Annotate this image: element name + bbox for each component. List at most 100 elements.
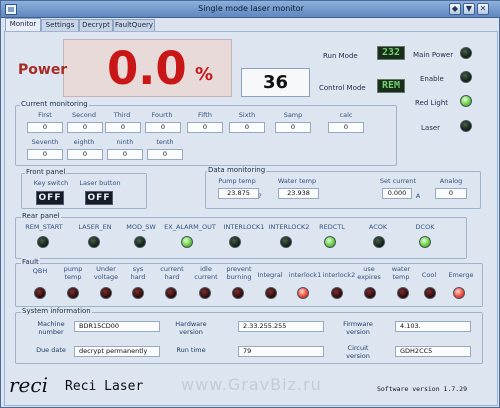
tab-settings[interactable]: Settings <box>41 19 79 31</box>
fault-led-idle-current <box>199 287 211 299</box>
restore-down-icon[interactable]: ◆ <box>449 3 461 15</box>
set-current-unit: A <box>415 192 421 200</box>
power-label: Power <box>18 62 68 78</box>
rear-led-interlock2 <box>280 236 292 248</box>
water-temp-value[interactable]: 23.938 <box>278 188 319 199</box>
circuit-version-value[interactable]: GDH2CC5 <box>395 346 471 357</box>
fault-label-sys-hard: sys hard <box>130 265 146 281</box>
fault-led-prevent-burning <box>232 287 244 299</box>
window-title: Single mode laser monitor <box>198 4 304 13</box>
main-power-label: Main Power <box>413 51 454 59</box>
main-power-led <box>460 47 472 59</box>
current-sixth-label: Sixth <box>238 111 256 119</box>
current-second-value[interactable]: 0 <box>67 122 103 133</box>
pump-temp-label: Pump temp <box>218 177 256 185</box>
fault-label-under-voltage: Under voltage <box>93 265 119 281</box>
current-tenth-value[interactable]: 0 <box>147 149 183 160</box>
due-date-value[interactable]: decrypt permanently <box>74 346 160 357</box>
firmware-version-value[interactable]: 4.103. <box>395 321 471 332</box>
fault-led-interlock1 <box>297 287 309 299</box>
fault-led-water-temp <box>397 287 409 299</box>
current-third-value[interactable]: 0 <box>105 122 141 133</box>
current-ninth-value[interactable]: 0 <box>107 149 143 160</box>
current-fourth-value[interactable]: 0 <box>145 122 181 133</box>
analog-label: Analog <box>439 177 463 185</box>
current-second-label: Second <box>72 111 96 119</box>
current-first-label: First <box>38 111 52 119</box>
fault-led-under-voltage <box>100 287 112 299</box>
current-samp-value[interactable]: 0 <box>275 122 311 133</box>
red-light-led <box>460 95 472 107</box>
fault-led-use-expires <box>364 287 376 299</box>
water-temp-label: Water temp <box>277 177 317 185</box>
rear-led-ex-alarm-out <box>181 236 193 248</box>
rear-led-acok <box>373 236 385 248</box>
machine-number-label: Machine number <box>37 320 65 336</box>
control-mode-label: Control Mode <box>319 84 366 92</box>
tab-decrypt[interactable]: Decrypt <box>79 19 113 31</box>
current-first-value[interactable]: 0 <box>27 122 63 133</box>
current-fourth-label: Fourth <box>151 111 173 119</box>
circuit-version-label: Circuit version <box>346 344 370 360</box>
fault-led-integral <box>265 287 277 299</box>
key-switch-label: Key switch <box>33 179 69 187</box>
fault-label-integral: Integral <box>257 271 283 279</box>
fault-label-interlock2: interlock2 <box>322 271 356 279</box>
current-seventh-label: Seventh <box>31 138 59 146</box>
run-time-value[interactable]: 79 <box>238 346 324 357</box>
current-sixth-value[interactable]: 0 <box>229 122 265 133</box>
rear-label-dcok: DCOK <box>415 223 435 231</box>
fault-label-cool: Cool <box>421 271 437 279</box>
hardware-version-label: Hardware version <box>175 320 207 336</box>
fault-led-interlock2 <box>331 287 343 299</box>
set-current-label: Set current <box>379 177 417 185</box>
rear-label-redctl: REDCTL <box>319 223 345 231</box>
current-third-label: Third <box>113 111 131 119</box>
fault-led-emerge <box>453 287 465 299</box>
key-switch-display[interactable]: OFF <box>36 191 64 205</box>
analog-value[interactable]: 0 <box>435 188 467 199</box>
close-icon[interactable]: ✕ <box>477 3 489 15</box>
hardware-version-value[interactable]: 2.33.255.255 <box>238 321 324 332</box>
fault-label-qbh: QBH <box>32 267 48 275</box>
rear-panel-title: Rear panel <box>21 212 61 220</box>
current-eighth-label: eighth <box>73 138 95 146</box>
pump-temp-value[interactable]: 23.875 <box>218 188 259 199</box>
watermark: www.GravBiz.ru <box>181 375 322 394</box>
front-panel-title: Front panel <box>25 168 67 176</box>
current-calc-value[interactable]: 0 <box>328 122 364 133</box>
current-seventh-value[interactable]: 0 <box>27 149 63 160</box>
laser-label: Laser <box>421 124 441 132</box>
tab-monitor[interactable]: Monitor <box>5 18 41 31</box>
laser-button-display[interactable]: OFF <box>85 191 113 205</box>
run-mode-display: 232 <box>377 46 405 60</box>
enable-label: Enable <box>420 75 444 83</box>
run-mode-label: Run Mode <box>323 52 358 60</box>
rear-label-ex-alarm-out: EX_ALARM_OUT <box>164 223 216 231</box>
tab-faultquery[interactable]: FaultQuery <box>113 19 155 31</box>
reci-logo-text: Reci Laser <box>65 379 144 394</box>
rear-label-interlock2: INTERLOCK2 <box>268 223 310 231</box>
current-samp-label: Samp <box>283 111 303 119</box>
rear-led-redctl <box>324 236 336 248</box>
current-fifth-value[interactable]: 0 <box>187 122 223 133</box>
fault-led-pump-temp <box>67 287 79 299</box>
rear-label-acok: ACOK <box>368 223 388 231</box>
current-ninth-label: ninth <box>116 138 134 146</box>
rear-led-dcok <box>419 236 431 248</box>
set-current-value[interactable]: 0.000 <box>382 188 412 199</box>
software-version: Software version 1.7.29 <box>377 385 468 393</box>
laser-button-label: Laser button <box>79 179 121 187</box>
minimize-icon[interactable]: ▼ <box>463 3 475 15</box>
fault-led-current-hard <box>165 287 177 299</box>
enable-led <box>460 71 472 83</box>
machine-number-value[interactable]: BDR15CD00 <box>74 321 160 332</box>
rear-label-laser-en: LASER_EN <box>78 223 112 231</box>
rear-label-interlock1: INTERLOCK1 <box>223 223 265 231</box>
rear-led-mod-sw <box>134 236 146 248</box>
rear-label-rem-start: REM_START <box>25 223 63 231</box>
fault-label-idle-current: idle current <box>194 265 218 281</box>
current-eighth-value[interactable]: 0 <box>67 149 103 160</box>
run-time-label: Run time <box>176 346 206 354</box>
fault-led-sys-hard <box>132 287 144 299</box>
